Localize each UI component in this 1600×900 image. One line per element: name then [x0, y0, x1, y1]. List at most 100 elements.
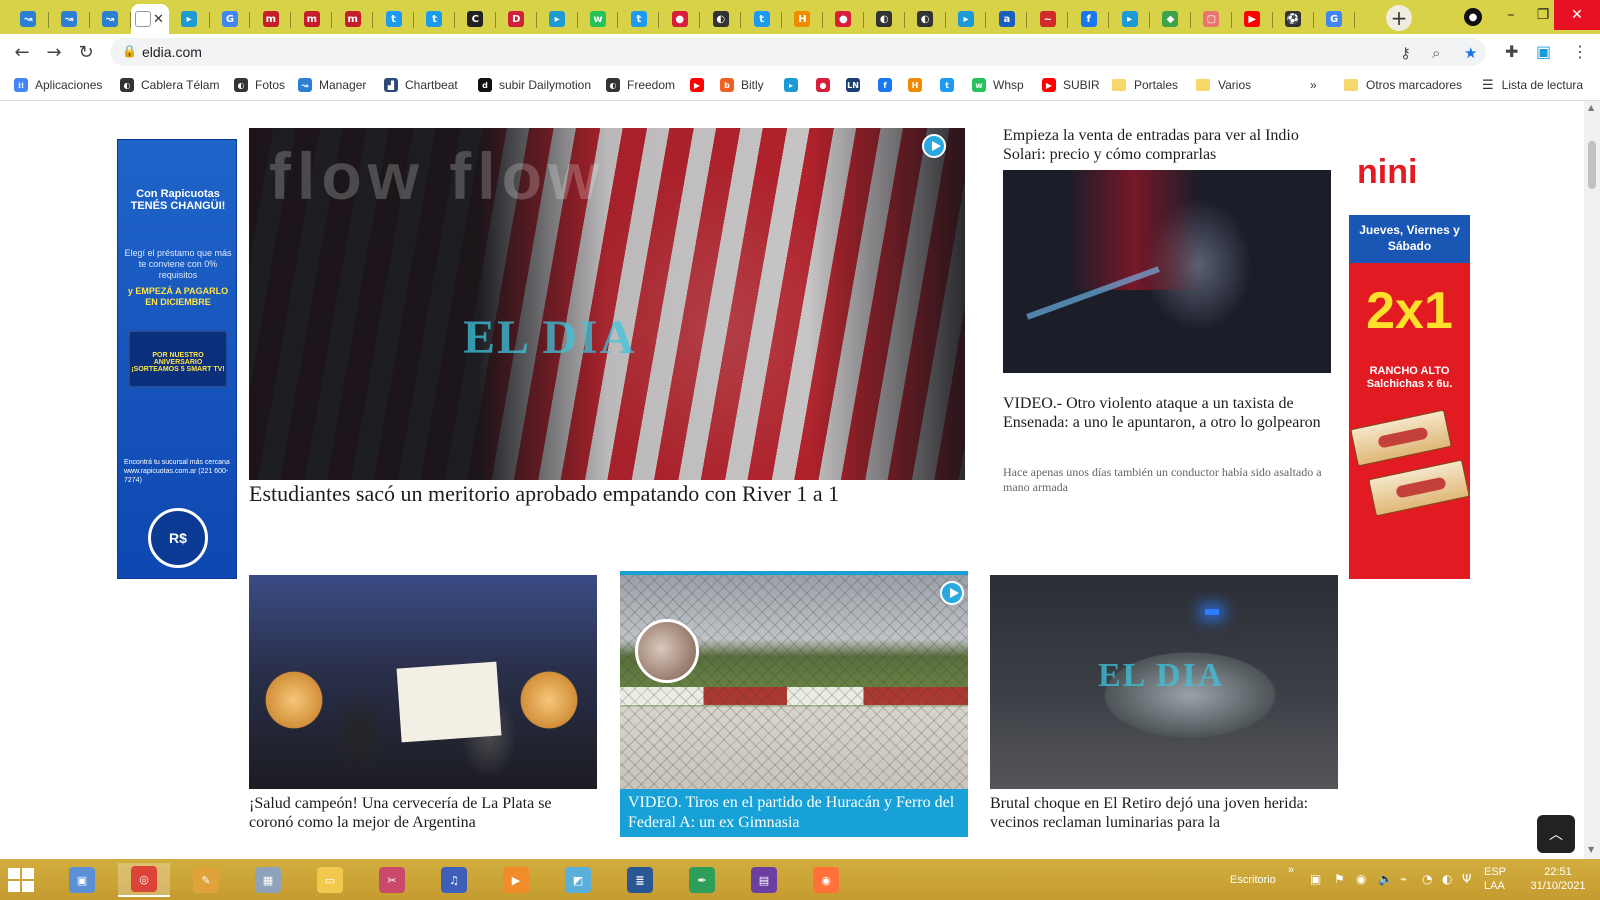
extensions-puzzle-icon[interactable]: ✚	[1505, 42, 1518, 61]
browser-tab[interactable]: ~	[1027, 4, 1069, 34]
close-tab-icon[interactable]: ✕	[153, 12, 164, 27]
taskbar-app[interactable]: ✎	[180, 863, 232, 897]
browser-tray-icon[interactable]: ◐	[1442, 872, 1452, 886]
side-story-1-image[interactable]	[1003, 170, 1331, 373]
taskbar-app[interactable]: ◩	[552, 863, 604, 897]
browser-tab[interactable]: ↝	[90, 4, 131, 34]
bookmark-item[interactable]: LN	[846, 76, 867, 94]
extension-teal-icon[interactable]: ▣	[1536, 42, 1551, 61]
taskbar-app[interactable]: ▶	[490, 863, 542, 897]
browser-tab[interactable]: w	[578, 4, 619, 34]
browser-tab[interactable]: ▸	[537, 4, 578, 34]
bookmark-item[interactable]: Varios	[1196, 76, 1251, 94]
bookmark-star-icon[interactable]: ★	[1464, 44, 1477, 62]
browser-tab[interactable]: a	[986, 4, 1028, 34]
clock[interactable]: 22:51 31/10/2021	[1522, 865, 1594, 893]
close-window-button[interactable]: ✕	[1554, 0, 1600, 30]
nini-ad[interactable]: nini Jueves, Viernes y Sábado 2x1 RANCHO…	[1349, 143, 1470, 579]
browser-tab[interactable]: f	[1068, 4, 1110, 34]
volume-tray-icon[interactable]: 🔈	[1378, 872, 1393, 886]
bookmark-item[interactable]: f	[878, 76, 899, 94]
browser-tab[interactable]: G	[1314, 4, 1355, 34]
menu-kebab-icon[interactable]: ⋮	[1572, 42, 1588, 61]
address-bar[interactable]: 🔒 eldia.com ⚷ ⌕ ★	[110, 38, 1486, 66]
browser-tab[interactable]: t	[741, 4, 783, 34]
back-button[interactable]: ←	[10, 40, 34, 64]
scroll-up-arrow-icon[interactable]: ▲	[1588, 103, 1594, 112]
profile-icon[interactable]: ●	[1464, 8, 1482, 26]
bookmark-item[interactable]: d subir Dailymotion	[478, 76, 591, 94]
taskbar-app[interactable]: ✒	[676, 863, 728, 897]
card-2-image[interactable]	[620, 575, 968, 789]
desktop-toolbar-label[interactable]: Escritorio	[1230, 873, 1276, 887]
taskbar-app[interactable]: ◉	[800, 863, 852, 897]
bookmark-item[interactable]: ▶ SUBIR	[1042, 76, 1100, 94]
browser-tab[interactable]: m	[332, 4, 374, 34]
app-tray-icon[interactable]: Ψ	[1462, 872, 1471, 886]
browser-tab[interactable]: H	[782, 4, 823, 34]
browser-tab[interactable]: m	[291, 4, 333, 34]
browser-tab[interactable]: ↝	[8, 4, 49, 34]
browser-tab[interactable]: D	[496, 4, 537, 34]
other-bookmarks-folder[interactable]: Otros marcadores	[1344, 76, 1462, 94]
card-1-image[interactable]	[249, 575, 597, 789]
scroll-to-top-button[interactable]: ︿	[1537, 815, 1575, 853]
bookmark-item[interactable]: b Bitly	[720, 76, 764, 94]
flag-tray-icon[interactable]: ⚑	[1334, 872, 1345, 886]
browser-tab[interactable]: ●	[823, 4, 864, 34]
browser-tab[interactable]: ↝	[49, 4, 90, 34]
browser-tab[interactable]: t	[618, 4, 660, 34]
browser-tab[interactable]: ◆	[1150, 4, 1191, 34]
bookmark-item[interactable]: ▸	[784, 76, 805, 94]
scrollbar-thumb[interactable]	[1588, 141, 1596, 189]
antivirus-tray-icon[interactable]: ◉	[1356, 872, 1366, 886]
address-url[interactable]: eldia.com	[142, 44, 202, 60]
card-3-image[interactable]: EL DIA	[990, 575, 1338, 789]
bookmark-item[interactable]: ◐ Freedom	[606, 76, 675, 94]
active-tab[interactable]: ✕	[130, 4, 169, 34]
page-scrollbar[interactable]: ▲ ▼	[1584, 101, 1600, 859]
bookmark-item[interactable]: ●	[816, 76, 837, 94]
taskbar-app[interactable]: ✂	[366, 863, 418, 897]
hero-image[interactable]: flow flow EL DIA	[249, 128, 965, 480]
bookmark-item[interactable]: ▟ Chartbeat	[384, 76, 458, 94]
bookmark-item[interactable]: H	[908, 76, 929, 94]
browser-tab[interactable]: m	[250, 4, 292, 34]
bookmark-item[interactable]: ◐ Cablera Télam	[120, 76, 219, 94]
browser-tab[interactable]: ◐	[700, 4, 742, 34]
bookmark-item[interactable]: ◐ Fotos	[234, 76, 285, 94]
side-story-1-headline[interactable]: Empieza la venta de entradas para ver al…	[1003, 126, 1333, 164]
taskbar-app[interactable]: ▤	[738, 863, 790, 897]
reload-button[interactable]: ↻	[74, 40, 98, 64]
browser-tab[interactable]: t	[373, 4, 415, 34]
browser-tab[interactable]: ⚽	[1273, 4, 1314, 34]
taskbar-app[interactable]: ≣	[614, 863, 666, 897]
reading-list-button[interactable]: ☰ Lista de lectura	[1482, 76, 1583, 94]
browser-tab[interactable]: t	[414, 4, 455, 34]
bookmark-item[interactable]: Portales	[1112, 76, 1178, 94]
browser-tab[interactable]: G	[210, 4, 251, 34]
play-video-icon[interactable]	[922, 134, 946, 158]
side-story-2-headline[interactable]: VIDEO.- Otro violento ataque a un taxist…	[1003, 394, 1333, 432]
taskbar-app[interactable]: ◎	[118, 863, 170, 897]
browser-tab[interactable]: ▸	[946, 4, 987, 34]
taskbar-app[interactable]: ▦	[242, 863, 294, 897]
tray-expand-icon[interactable]: »	[1288, 863, 1294, 877]
card-1-headline[interactable]: ¡Salud campeón! Una cervecería de La Pla…	[249, 794, 599, 832]
taskbar-app[interactable]: ♫	[428, 863, 480, 897]
card-3-headline[interactable]: Brutal choque en El Retiro dejó una jove…	[990, 794, 1340, 832]
usb-tray-icon[interactable]: ⌁	[1400, 872, 1407, 886]
taskbar-app[interactable]: ▣	[56, 863, 108, 897]
bookmark-item[interactable]: ↝ Manager	[298, 76, 366, 94]
card-2-headline[interactable]: VIDEO. Tiros en el partido de Huracán y …	[620, 789, 968, 837]
browser-tab[interactable]: ●	[659, 4, 701, 34]
password-key-icon[interactable]: ⚷	[1400, 44, 1411, 62]
bookmark-item[interactable]: ⁞⁞ Aplicaciones	[14, 76, 102, 94]
taskbar-app[interactable]: ▭	[304, 863, 356, 897]
forward-button[interactable]: →	[42, 40, 66, 64]
browser-tab[interactable]: ▸	[1109, 4, 1151, 34]
bookmark-item[interactable]: w Whsp	[972, 76, 1024, 94]
zoom-icon[interactable]: ⌕	[1432, 44, 1440, 62]
play-video-icon[interactable]	[940, 581, 964, 605]
new-tab-button[interactable]: +	[1386, 5, 1412, 31]
